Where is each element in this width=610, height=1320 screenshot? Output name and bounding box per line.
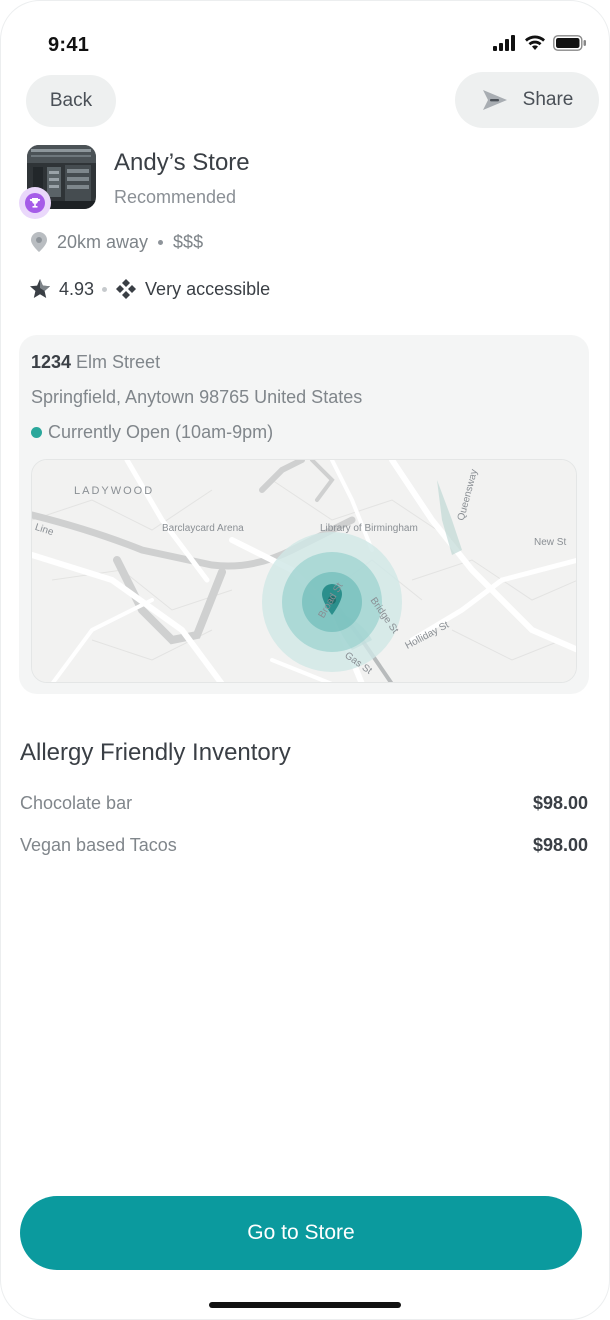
accessibility-icon — [116, 279, 137, 299]
share-button-label: Share — [522, 89, 574, 110]
signal-icon — [493, 35, 515, 51]
distance-price-row: 20km away $$$ — [29, 231, 203, 253]
street-name: Elm Street — [71, 352, 161, 372]
open-status-dot — [31, 427, 42, 438]
store-name: Andy’s Store — [114, 149, 250, 176]
item-price: $98.00 — [532, 835, 588, 855]
share-button[interactable]: Share — [455, 72, 599, 128]
trophy-icon — [29, 198, 41, 208]
item-name: Vegan based Tacos — [20, 835, 177, 855]
recommended-badge — [19, 187, 51, 219]
hours-text: Currently Open (10am-9pm) — [48, 422, 274, 442]
list-item[interactable]: Chocolate bar $98.00 — [20, 793, 588, 814]
map-label-library: Library of Birmingham — [320, 523, 418, 534]
opening-hours: Currently Open (10am-9pm) — [31, 422, 273, 443]
status-icons — [493, 35, 587, 51]
map-label-new-st: New St — [534, 537, 566, 548]
price-level: $$$ — [173, 231, 204, 252]
map-label-ladywood: LADYWOOD — [74, 485, 154, 497]
store-subtitle: Recommended — [114, 187, 237, 207]
share-icon — [482, 90, 507, 110]
wifi-icon — [525, 35, 545, 50]
rating-value: 4.93 — [59, 278, 95, 299]
go-to-store-button[interactable]: Go to Store — [20, 1196, 582, 1270]
star-icon — [30, 279, 50, 298]
back-button[interactable]: Back — [26, 75, 116, 127]
go-to-store-label: Go to Store — [247, 1221, 355, 1244]
address-card: 1234 Elm Street Springfield, Anytown 987… — [19, 335, 589, 694]
store-map[interactable]: LADYWOOD Barclaycard Arena Library of Bi… — [31, 459, 577, 683]
address-street: 1234 Elm Street — [31, 352, 160, 373]
home-indicator — [209, 1302, 401, 1308]
back-button-label: Back — [49, 90, 93, 111]
item-name: Chocolate bar — [20, 793, 133, 813]
battery-icon — [553, 35, 586, 51]
address-city: Springfield, Anytown 98765 United States — [31, 387, 363, 407]
status-time: 9:41 — [48, 34, 90, 56]
distance-text: 20km away — [57, 231, 149, 252]
item-price: $98.00 — [532, 793, 588, 813]
accessibility-text: Very accessible — [145, 278, 271, 299]
inventory-title: Allergy Friendly Inventory — [20, 739, 291, 766]
rating-accessibility-row: 4.93 Very accessible — [29, 278, 270, 300]
list-item[interactable]: Vegan based Tacos $98.00 — [20, 835, 588, 856]
store-detail-screen: 9:41 Back Share Andy’s Store Recommended… — [0, 0, 610, 1320]
street-number: 1234 — [31, 352, 72, 372]
location-pin-icon — [31, 232, 47, 252]
map-label-barclaycard: Barclaycard Arena — [162, 523, 244, 534]
